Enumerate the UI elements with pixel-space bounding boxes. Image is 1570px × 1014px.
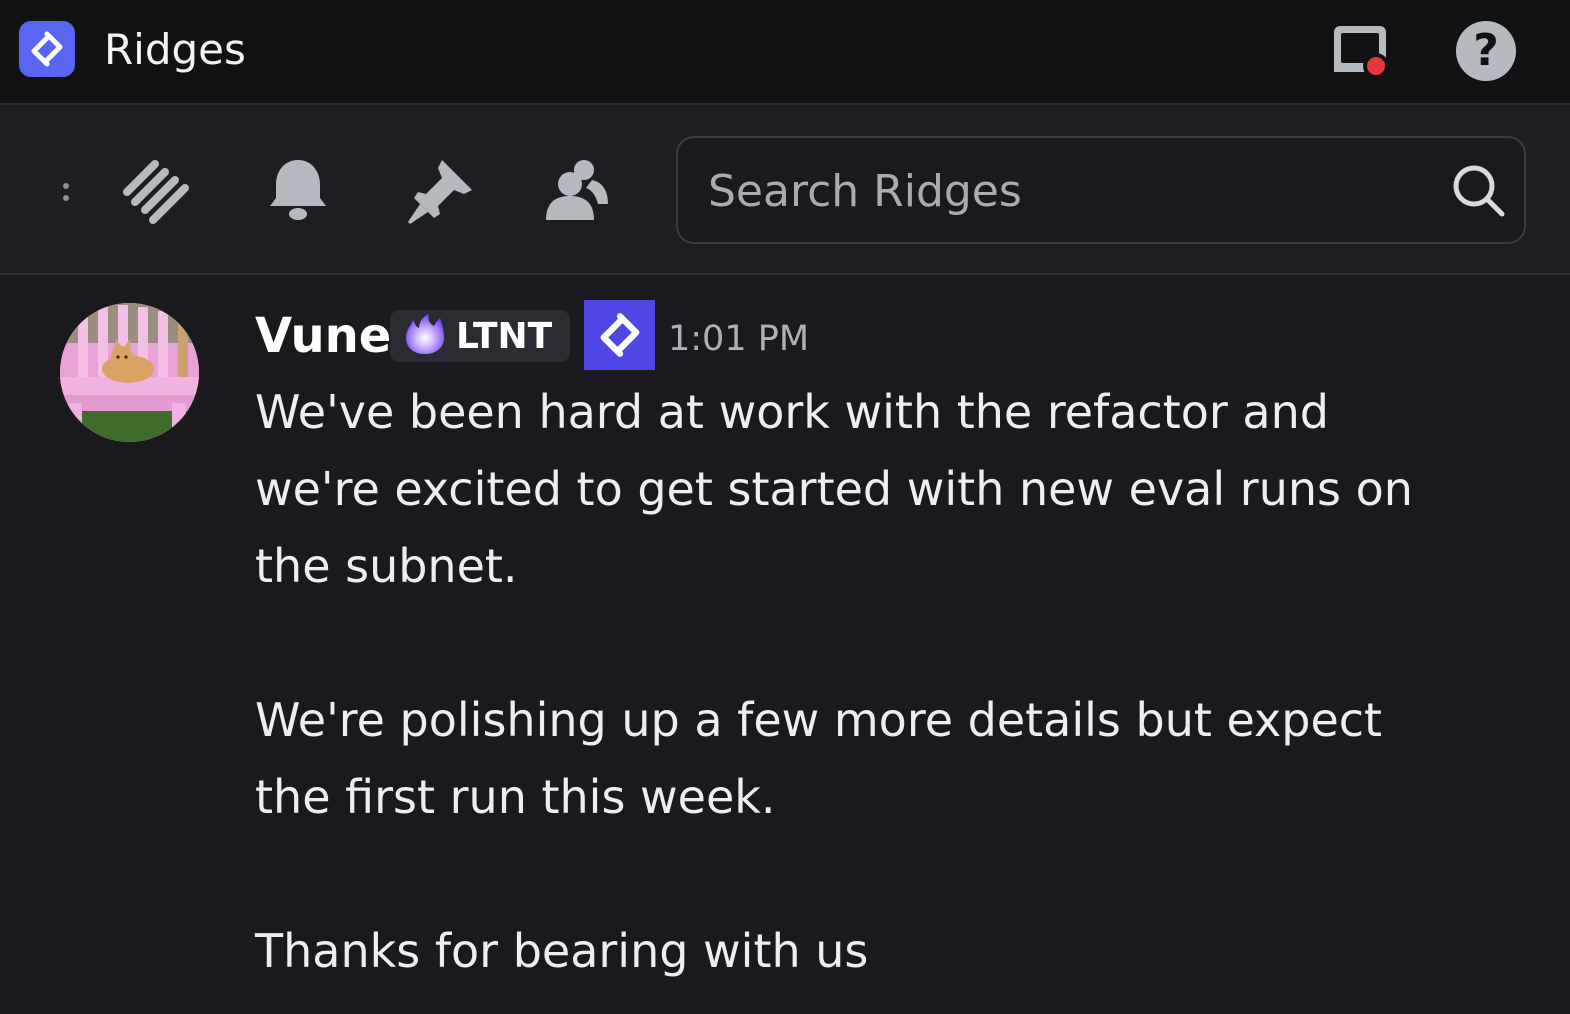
ridges-logo-icon[interactable] bbox=[19, 21, 75, 77]
chat-message: Vune LTNT 1:01 PM We've been hard at wor… bbox=[0, 276, 1570, 1014]
search-icon[interactable] bbox=[1450, 162, 1508, 220]
role-tag[interactable]: LTNT bbox=[390, 310, 570, 362]
message-paragraph: Thanks for bearing with us bbox=[255, 924, 869, 978]
title-bar: Ridges ? bbox=[0, 0, 1570, 105]
members-icon[interactable] bbox=[540, 156, 612, 228]
inbox-icon[interactable] bbox=[1332, 22, 1390, 80]
search-field[interactable] bbox=[676, 136, 1526, 244]
message-author[interactable]: Vune bbox=[255, 306, 391, 366]
threads-icon[interactable] bbox=[121, 156, 193, 228]
ridges-logo-icon[interactable] bbox=[584, 300, 655, 370]
message-paragraph: We've been hard at work with the refacto… bbox=[255, 385, 1413, 593]
bell-icon[interactable] bbox=[262, 156, 334, 228]
pin-icon[interactable] bbox=[404, 156, 476, 228]
help-icon[interactable]: ? bbox=[1456, 21, 1516, 81]
avatar[interactable] bbox=[60, 303, 199, 442]
overflow-dots-icon[interactable] bbox=[60, 178, 72, 208]
message-timestamp: 1:01 PM bbox=[668, 319, 810, 359]
role-tag-label: LTNT bbox=[456, 315, 553, 357]
search-input[interactable] bbox=[706, 160, 1410, 222]
flame-icon bbox=[402, 312, 448, 360]
app-title: Ridges bbox=[104, 25, 246, 74]
message-content: We've been hard at work with the refacto… bbox=[255, 374, 1455, 990]
message-paragraph: We're polishing up a few more details bu… bbox=[255, 693, 1383, 824]
